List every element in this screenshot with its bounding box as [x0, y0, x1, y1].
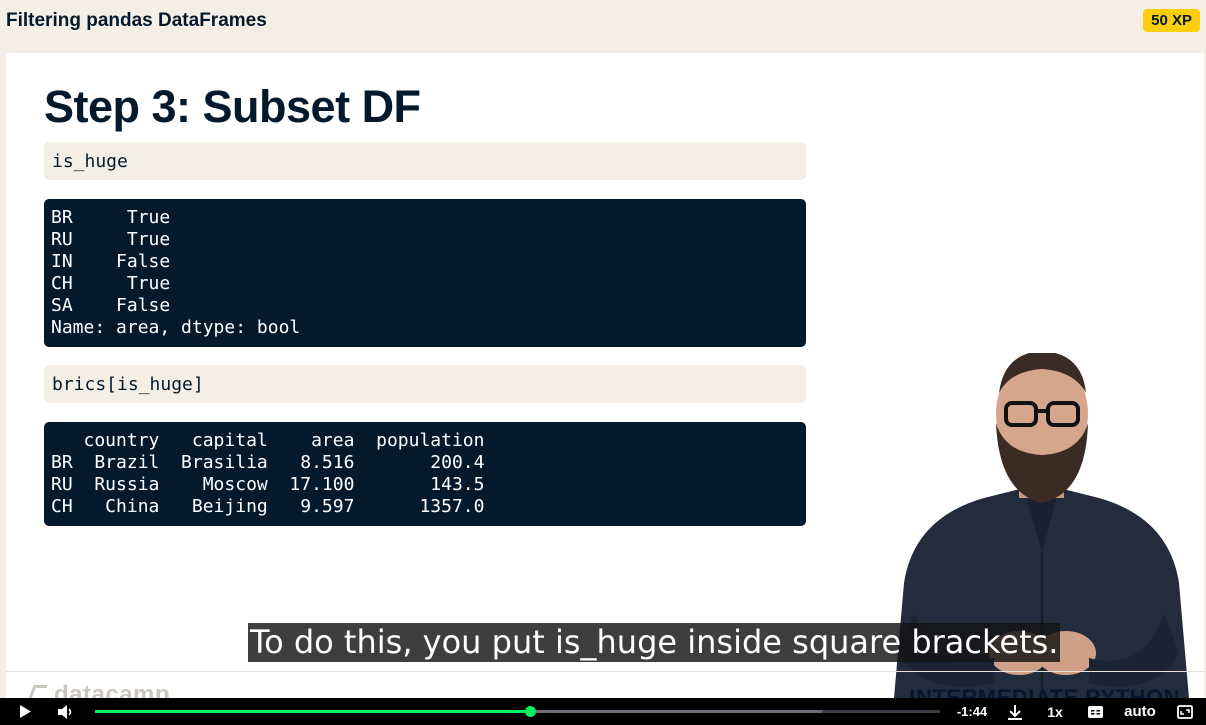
fullscreen-button[interactable] — [1174, 698, 1196, 725]
code-input-2: brics[is_huge] — [44, 365, 806, 403]
code-output-2: country capital area population BR Brazi… — [44, 422, 806, 526]
progress-played — [95, 710, 531, 713]
output-line: RU Russia Moscow 17.100 143.5 — [51, 474, 485, 495]
logo-text: datacamp — [54, 681, 171, 698]
volume-button[interactable] — [54, 698, 78, 725]
slide-heading: Step 3: Subset DF — [44, 81, 421, 132]
captions-button[interactable] — [1084, 698, 1106, 725]
output-line: BR True — [51, 207, 171, 228]
progress-handle[interactable] — [525, 706, 537, 717]
exercise-header: Filtering pandas DataFrames 50 XP — [0, 0, 1206, 42]
video-subtitle: To do this, you put is_huge inside squar… — [248, 623, 1061, 662]
download-button[interactable] — [1004, 698, 1026, 725]
output-line: Name: area, dtype: bool — [51, 317, 301, 338]
video-controls: -1:44 1x auto — [0, 698, 1206, 725]
quality-button[interactable]: auto — [1118, 698, 1162, 725]
fullscreen-icon — [1177, 704, 1193, 719]
code-output-1: BR True RU True IN False CH True SA Fals… — [44, 199, 806, 347]
datacamp-logo: datacamp — [26, 681, 171, 698]
output-line: IN False — [51, 251, 171, 272]
play-icon — [20, 705, 31, 718]
captions-icon — [1087, 705, 1103, 718]
output-line: RU True — [51, 229, 171, 250]
download-icon — [1008, 704, 1022, 720]
code-input-1: is_huge — [44, 142, 806, 180]
datacamp-logo-mark-icon — [26, 685, 48, 698]
progress-bar[interactable] — [95, 706, 940, 717]
course-label: INTERMEDIATE PYTHON — [909, 685, 1180, 698]
output-line: BR Brazil Brasilia 8.516 200.4 — [51, 452, 485, 473]
output-line: SA False — [51, 295, 171, 316]
play-button[interactable] — [14, 698, 36, 725]
output-line: country capital area population — [51, 430, 485, 451]
slide-footer-divider — [6, 671, 1204, 672]
volume-icon — [58, 704, 72, 719]
output-line: CH True — [51, 273, 171, 294]
time-remaining: -1:44 — [956, 704, 988, 719]
video-slide[interactable]: Step 3: Subset DF is_huge BR True RU Tru… — [6, 53, 1204, 698]
speed-button[interactable]: 1x — [1042, 698, 1068, 725]
exercise-title: Filtering pandas DataFrames — [6, 10, 267, 31]
xp-badge: 50 XP — [1143, 9, 1200, 32]
output-line: CH China Beijing 9.597 1357.0 — [51, 496, 485, 517]
